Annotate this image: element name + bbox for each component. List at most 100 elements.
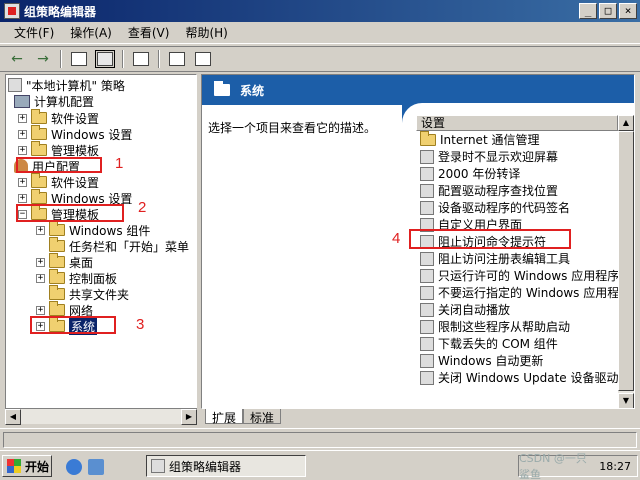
forward-button[interactable]: → — [32, 49, 54, 69]
show-hide-tree-button[interactable] — [94, 49, 116, 69]
internet-explorer-icon[interactable] — [66, 459, 82, 475]
status-cell — [3, 432, 637, 448]
menu-file[interactable]: 文件(F) — [6, 22, 62, 43]
scroll-up-button[interactable]: ▲ — [618, 115, 634, 131]
export-icon — [133, 52, 149, 66]
start-label: 开始 — [25, 459, 50, 474]
help-button[interactable] — [166, 49, 188, 69]
list-item[interactable]: 关闭自动播放 — [420, 301, 510, 318]
settings-vertical-scrollbar[interactable]: ▲ ▼ — [618, 115, 634, 408]
highlight-box-admin-templates — [16, 204, 124, 222]
tree-item-computer-config[interactable]: 计算机配置 — [14, 93, 94, 109]
start-button[interactable]: 开始 — [2, 455, 52, 477]
tree-item-cc-admin[interactable]: + 管理模板 — [18, 141, 100, 158]
menu-bar: 文件(F) 操作(A) 查看(V) 帮助(H) — [0, 22, 640, 44]
details-header-title: 系统 — [240, 83, 265, 98]
group-policy-app-icon — [4, 3, 20, 19]
tab-standard[interactable]: 标准 — [243, 409, 282, 425]
list-item[interactable]: 配置驱动程序查找位置 — [420, 182, 558, 199]
list-item-label: 2000 年份转译 — [438, 167, 521, 181]
tree-item-cc-software[interactable]: + 软件设置 — [18, 109, 99, 126]
highlight-box-prevent-cmd — [409, 229, 571, 249]
export-list-button[interactable] — [130, 49, 152, 69]
watermark-text: CSDN @一只鲨鱼 — [519, 452, 587, 480]
list-item[interactable]: 下载丢失的 COM 组件 — [420, 335, 558, 352]
scroll-thumb[interactable] — [618, 131, 634, 391]
highlight-box-system — [30, 316, 116, 334]
expand-icon[interactable]: + — [36, 225, 45, 235]
list-item-label: 登录时不显示欢迎屏幕 — [438, 150, 559, 164]
up-folder-icon — [71, 52, 87, 66]
tree-item-label: 控制面板 — [69, 271, 118, 286]
list-item[interactable]: 不要运行指定的 Windows 应用程序 — [420, 284, 631, 301]
details-header: 系统 — [202, 75, 634, 105]
settings-list[interactable]: 设置 Internet 通信管理 登录时不显示欢迎屏幕 2000 年份转译 配置… — [416, 115, 634, 408]
tab-extended[interactable]: 扩展 — [205, 409, 244, 425]
tree-item-label: 共享文件夹 — [69, 287, 130, 302]
list-item[interactable]: 限制这些程序从帮助启动 — [420, 318, 570, 335]
tree-toggle-icon — [95, 50, 115, 68]
tree-item-taskbar-start[interactable]: 任务栏和「开始」菜单 — [49, 237, 190, 254]
tree-item-cc-windows[interactable]: + Windows 设置 — [18, 125, 132, 142]
expand-icon[interactable]: + — [18, 113, 27, 123]
up-folder-button[interactable] — [68, 49, 90, 69]
list-item[interactable]: 关闭 Windows Update 设备驱动程序 — [420, 369, 634, 386]
annotation-1: 1 — [115, 155, 124, 172]
policy-setting-icon — [420, 319, 434, 334]
list-item[interactable]: 2000 年份转译 — [420, 165, 520, 182]
scroll-down-button[interactable]: ▼ — [618, 393, 634, 408]
folder-icon — [31, 173, 47, 188]
annotation-2: 2 — [138, 199, 147, 216]
back-button[interactable]: ← — [6, 49, 28, 69]
tree-item-desktop[interactable]: + 桌面 — [36, 253, 94, 270]
tree-item-label: 桌面 — [69, 255, 94, 270]
scroll-left-button[interactable]: ◀ — [5, 409, 21, 425]
column-header-settings[interactable]: 设置 — [416, 115, 618, 131]
list-item-label: Windows 自动更新 — [438, 354, 544, 368]
taskbar-item-group-policy[interactable]: 组策略编辑器 — [146, 455, 306, 477]
folder-icon — [31, 125, 47, 140]
outlook-express-icon[interactable] — [88, 459, 104, 475]
maximize-button[interactable]: □ — [599, 3, 617, 19]
tree-item-shared-folders[interactable]: 共享文件夹 — [49, 285, 130, 302]
tree-horizontal-scrollbar[interactable]: ◀ ▶ — [5, 408, 197, 425]
policy-setting-icon — [420, 183, 434, 198]
list-item[interactable]: 阻止访问注册表编辑工具 — [420, 250, 570, 267]
expand-icon[interactable]: + — [18, 145, 27, 155]
minimize-button[interactable]: _ — [579, 3, 597, 19]
list-item-label: Internet 通信管理 — [440, 133, 540, 147]
tree-pane[interactable]: "本地计算机" 策略 计算机配置 + 软件设置 + Windows 设置 + 管… — [5, 74, 197, 424]
expand-icon[interactable]: + — [36, 305, 45, 315]
list-item[interactable]: 设备驱动程序的代码签名 — [420, 199, 570, 216]
tree-item-label: 任务栏和「开始」菜单 — [69, 239, 190, 254]
tree-item-control-panel[interactable]: + 控制面板 — [36, 269, 118, 286]
menu-view[interactable]: 查看(V) — [120, 22, 178, 43]
menu-action[interactable]: 操作(A) — [62, 22, 120, 43]
tree-item-windows-components[interactable]: + Windows 组件 — [36, 221, 150, 238]
annotation-3: 3 — [136, 316, 145, 333]
tree-item-label: 管理模板 — [51, 143, 100, 158]
system-tray: CSDN @一只鲨鱼 18:27 — [518, 452, 638, 480]
folder-icon — [31, 109, 47, 124]
list-item[interactable]: Internet 通信管理 — [420, 130, 540, 148]
list-item[interactable]: 登录时不显示欢迎屏幕 — [420, 148, 558, 165]
expand-icon[interactable]: + — [18, 193, 27, 203]
policy-setting-icon — [420, 353, 434, 368]
expand-icon[interactable]: + — [36, 273, 45, 283]
policy-setting-icon — [420, 149, 434, 164]
list-item[interactable]: 只运行许可的 Windows 应用程序 — [420, 267, 619, 284]
folder-icon — [31, 189, 47, 204]
tree-item-uc-software[interactable]: + 软件设置 — [18, 173, 99, 190]
tree-item-root[interactable]: "本地计算机" 策略 — [8, 77, 125, 93]
folder-icon — [214, 81, 230, 96]
properties-button[interactable] — [192, 49, 214, 69]
close-button[interactable]: × — [619, 3, 637, 19]
menu-help[interactable]: 帮助(H) — [177, 22, 235, 43]
expand-icon[interactable]: + — [18, 177, 27, 187]
scroll-right-button[interactable]: ▶ — [181, 409, 197, 425]
clock[interactable]: 18:27 — [599, 460, 631, 473]
expand-icon[interactable]: + — [36, 257, 45, 267]
list-item[interactable]: Windows 自动更新 — [420, 352, 543, 369]
expand-icon[interactable]: + — [18, 129, 27, 139]
view-tabs: 扩展 标准 — [201, 408, 635, 425]
